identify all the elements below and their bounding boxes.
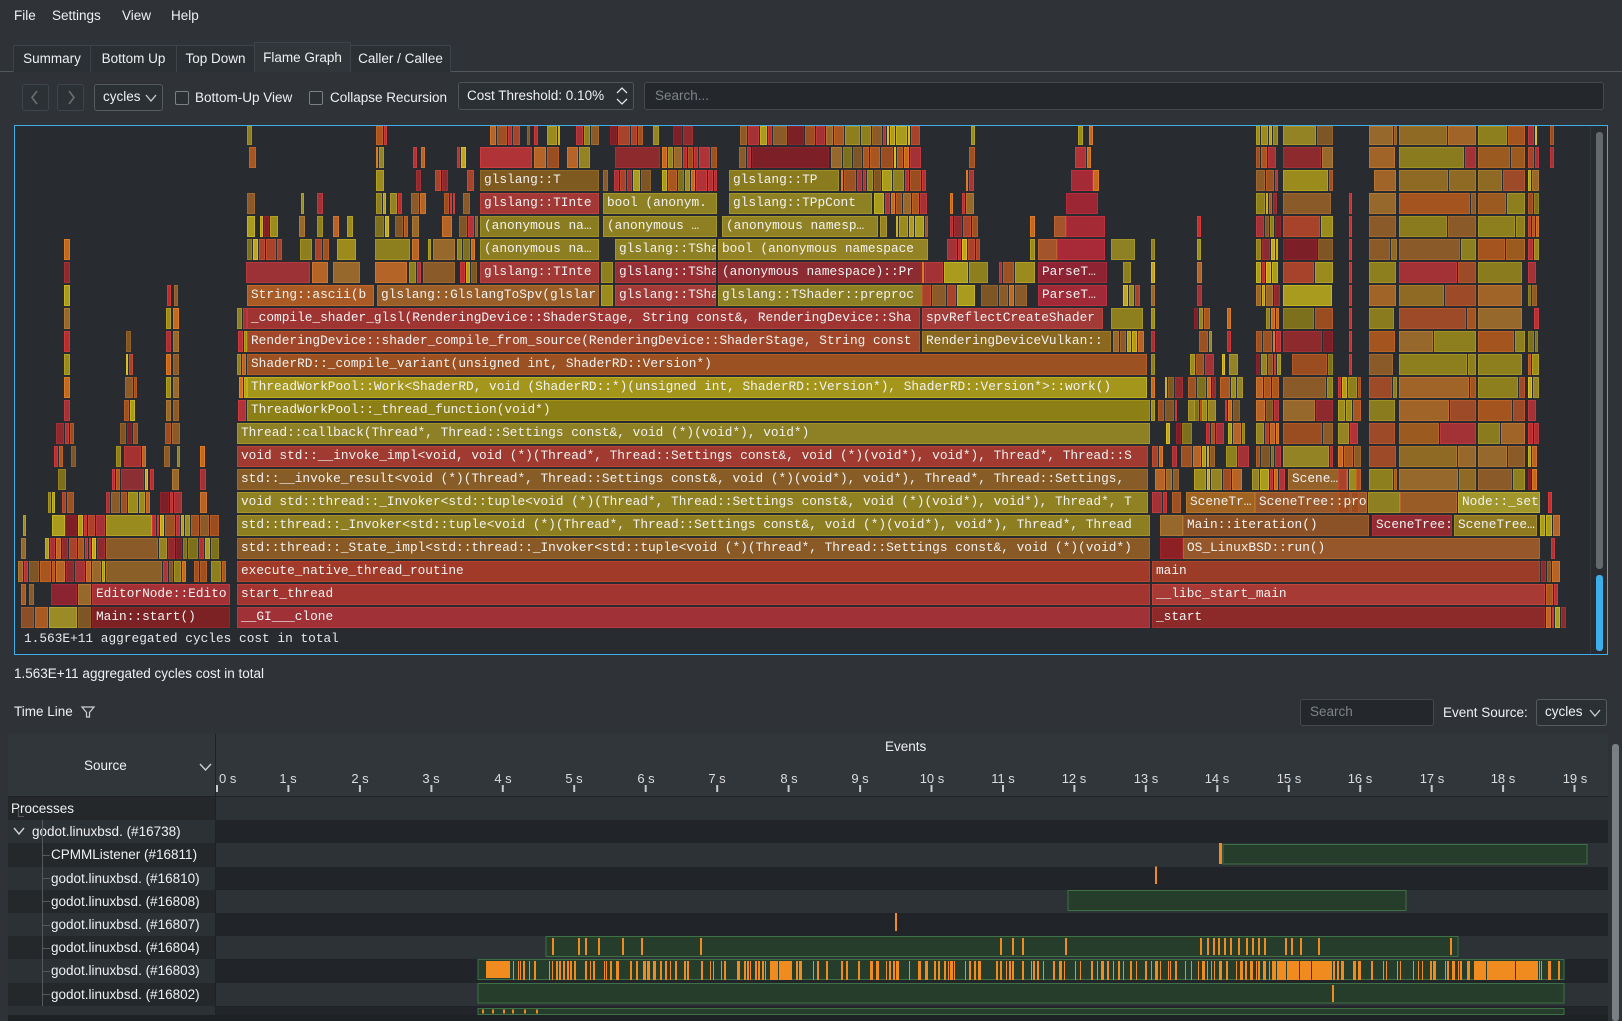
svg-text:2 s: 2 s <box>351 771 369 786</box>
svg-text:14 s: 14 s <box>1205 771 1230 786</box>
svg-text:18 s: 18 s <box>1491 771 1516 786</box>
svg-text:3 s: 3 s <box>422 771 440 786</box>
svg-text:19 s: 19 s <box>1563 771 1588 786</box>
svg-text:1 s: 1 s <box>279 771 297 786</box>
svg-text:12 s: 12 s <box>1062 771 1087 786</box>
svg-text:0 s: 0 s <box>219 771 237 786</box>
svg-text:10 s: 10 s <box>920 771 945 786</box>
svg-text:15 s: 15 s <box>1277 771 1302 786</box>
svg-text:9 s: 9 s <box>851 771 869 786</box>
svg-text:4 s: 4 s <box>494 771 512 786</box>
svg-text:11 s: 11 s <box>991 771 1015 786</box>
svg-text:13 s: 13 s <box>1134 771 1159 786</box>
svg-text:17 s: 17 s <box>1420 771 1445 786</box>
svg-text:7 s: 7 s <box>708 771 726 786</box>
svg-text:5 s: 5 s <box>565 771 583 786</box>
svg-text:8 s: 8 s <box>780 771 798 786</box>
svg-text:6 s: 6 s <box>637 771 655 786</box>
svg-text:16 s: 16 s <box>1348 771 1373 786</box>
